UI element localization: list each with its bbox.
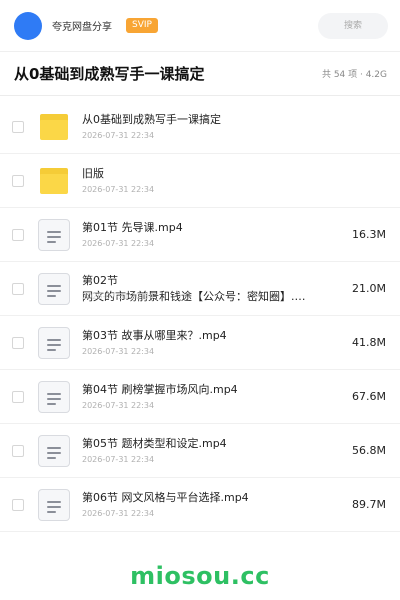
select-checkbox[interactable] <box>12 390 24 403</box>
file-size: 67.6M <box>352 390 386 403</box>
page-title: 从0基础到成熟写手一课搞定 <box>14 65 205 83</box>
select-checkbox[interactable] <box>12 282 24 295</box>
file-name: 第01节 先导课.mp4 <box>82 221 183 234</box>
header-bar: 夸克网盘分享 SVIP <box>0 0 400 52</box>
file-name: 第03节 故事从哪里来？.mp4 <box>82 329 227 342</box>
file-date: 2026-07-31 22:34 <box>82 401 155 410</box>
file-name: 从0基础到成熟写手一课搞定 <box>82 113 221 126</box>
file-date: 2026-07-31 22:34 <box>82 347 155 356</box>
video-file-icon <box>38 434 70 467</box>
avatar[interactable] <box>14 11 42 40</box>
file-date: 2026-07-31 22:34 <box>82 239 155 248</box>
select-checkbox[interactable] <box>12 228 24 241</box>
list-item[interactable]: 第01节 先导课.mp4 2026-07-31 22:34 16.3M <box>0 208 400 262</box>
file-size: 56.8M <box>352 444 386 457</box>
select-checkbox[interactable] <box>12 498 24 511</box>
list-item[interactable]: 第04节 刷榜掌握市场风向.mp4 2026-07-31 22:34 67.6M <box>0 370 400 424</box>
video-file-icon <box>38 272 70 305</box>
search-input[interactable] <box>318 12 388 39</box>
file-name: 第02节 <box>82 273 118 287</box>
video-file-icon <box>38 380 70 413</box>
item-count-summary: 共 54 项 · 4.2G <box>321 70 387 80</box>
file-list: 从0基础到成熟写手一课搞定 2026-07-31 22:34 旧版 2026-0… <box>0 100 400 532</box>
file-size: 16.3M <box>352 228 386 241</box>
video-file-icon <box>38 326 70 359</box>
file-date: 2026-07-31 22:34 <box>82 131 155 140</box>
list-item[interactable]: 第03节 故事从哪里来？.mp4 2026-07-31 22:34 41.8M <box>0 316 400 370</box>
file-size: 41.8M <box>352 336 386 349</box>
username: 夸克网盘分享 <box>52 22 112 33</box>
list-item[interactable]: 旧版 2026-07-31 22:34 <box>0 154 400 208</box>
select-checkbox[interactable] <box>12 444 24 457</box>
select-checkbox[interactable] <box>12 174 24 187</box>
list-item[interactable]: 第06节 网文风格与平台选择.mp4 2026-07-31 22:34 89.7… <box>0 478 400 532</box>
file-name: 第06节 网文风格与平台选择.mp4 <box>82 491 249 504</box>
list-item[interactable]: 第02节 2026-07-31 22:34 网文的市场前景和钱途【公众号：密知圈… <box>0 262 400 316</box>
file-date: 2026-07-31 22:34 <box>82 185 155 194</box>
file-name: 第04节 刷榜掌握市场风向.mp4 <box>82 383 238 396</box>
folder-icon <box>40 167 68 194</box>
list-item[interactable]: 第05节 题材类型和设定.mp4 2026-07-31 22:34 56.8M <box>0 424 400 478</box>
video-file-icon <box>38 218 70 251</box>
file-size: 21.0M <box>352 282 386 295</box>
list-item[interactable]: 从0基础到成熟写手一课搞定 2026-07-31 22:34 <box>0 100 400 154</box>
file-name: 第05节 题材类型和设定.mp4 <box>82 437 227 450</box>
file-date: 2026-07-31 22:34 <box>82 509 155 518</box>
select-checkbox[interactable] <box>12 120 24 133</box>
watermark: miosou.cc <box>130 562 270 590</box>
file-name: 旧版 <box>82 167 104 180</box>
video-file-icon <box>38 488 70 521</box>
file-date: 2026-07-31 22:34 <box>82 291 155 301</box>
svip-badge: SVIP <box>126 18 158 33</box>
folder-icon <box>40 113 68 140</box>
file-size: 89.7M <box>352 498 386 511</box>
title-bar: 从0基础到成熟写手一课搞定 共 54 项 · 4.2G <box>0 52 400 96</box>
file-date: 2026-07-31 22:34 <box>82 455 155 464</box>
select-checkbox[interactable] <box>12 336 24 349</box>
